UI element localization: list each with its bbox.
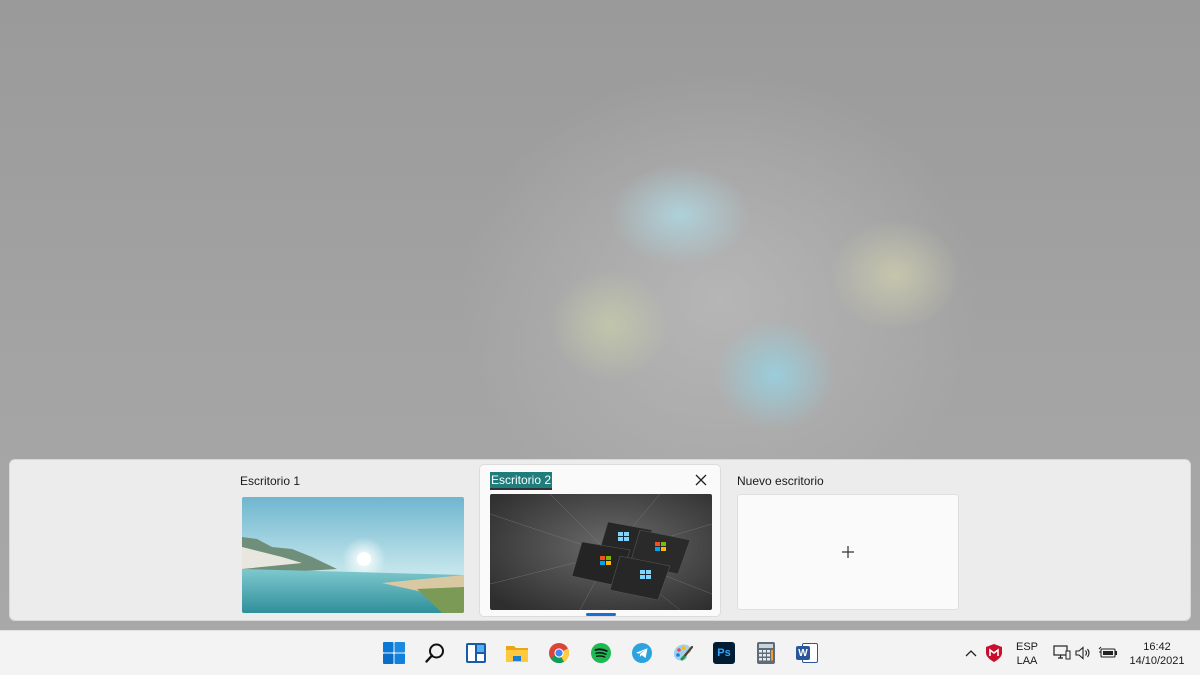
chrome-icon	[549, 643, 570, 664]
battery-tray-button[interactable]	[1096, 639, 1120, 667]
start-button[interactable]	[380, 639, 408, 667]
word-button[interactable]: W	[793, 639, 821, 667]
keyboard-layout-label: LAA	[1016, 655, 1038, 667]
desktop-1-card[interactable]: Escritorio 1	[240, 464, 474, 616]
new-desktop-card[interactable]: Nuevo escritorio	[737, 464, 971, 616]
clock-button[interactable]: 16:42 14/10/2021	[1124, 640, 1190, 668]
word-icon: W	[796, 642, 818, 664]
start-icon	[383, 642, 405, 664]
active-desktop-indicator	[586, 613, 616, 616]
battery-charging-icon	[1098, 646, 1117, 658]
speaker-icon	[1075, 646, 1090, 660]
language-label: ESP	[1015, 641, 1038, 653]
volume-tray-button[interactable]	[1072, 639, 1094, 667]
clock-date: 14/10/2021	[1129, 655, 1185, 667]
new-desktop-button[interactable]	[737, 494, 959, 610]
close-icon	[695, 474, 707, 486]
chevron-up-icon	[965, 650, 977, 657]
close-desktop-button[interactable]	[692, 471, 710, 489]
mcafee-tray-button[interactable]	[982, 639, 1006, 667]
photoshop-label: Ps	[717, 647, 731, 659]
network-tray-button[interactable]	[1050, 639, 1074, 667]
network-icon	[1053, 645, 1071, 660]
desktop-2-rename-field[interactable]: Escritorio 2	[490, 472, 553, 490]
paint-icon	[674, 644, 694, 661]
widgets-button[interactable]	[462, 639, 490, 667]
calculator-button[interactable]	[752, 639, 780, 667]
search-button[interactable]	[421, 639, 449, 667]
chrome-button[interactable]	[545, 639, 573, 667]
search-icon	[425, 643, 444, 663]
photoshop-button[interactable]: Ps	[710, 639, 738, 667]
mcafee-icon	[986, 644, 1002, 662]
spotify-icon	[591, 643, 611, 663]
task-view-panel: Escritorio 1 Escritorio 2 Nuevo escritor…	[9, 459, 1191, 621]
file-explorer-icon	[506, 646, 528, 662]
show-hidden-icons-button[interactable]	[960, 639, 982, 667]
desktop-1-thumbnail[interactable]	[242, 497, 464, 613]
widgets-icon	[466, 643, 486, 663]
input-language-indicator[interactable]: ESP LAA	[1012, 640, 1042, 668]
calculator-icon	[757, 642, 775, 664]
plus-icon	[842, 546, 854, 558]
telegram-button[interactable]	[628, 639, 656, 667]
desktop-2-card[interactable]: Escritorio 2	[479, 464, 721, 617]
new-desktop-label: Nuevo escritorio	[737, 474, 824, 488]
desktop-2-thumbnail[interactable]	[490, 494, 712, 610]
file-explorer-button[interactable]	[503, 639, 531, 667]
taskbar: Ps W ESP LAA 16:42 14/10/2021	[0, 630, 1200, 675]
clock-time: 16:42	[1143, 641, 1171, 653]
telegram-icon	[632, 643, 652, 663]
word-label: W	[798, 647, 808, 659]
paint-button[interactable]	[669, 639, 697, 667]
photoshop-icon: Ps	[713, 642, 735, 664]
spotify-button[interactable]	[587, 639, 615, 667]
desktop-1-label: Escritorio 1	[240, 474, 301, 488]
